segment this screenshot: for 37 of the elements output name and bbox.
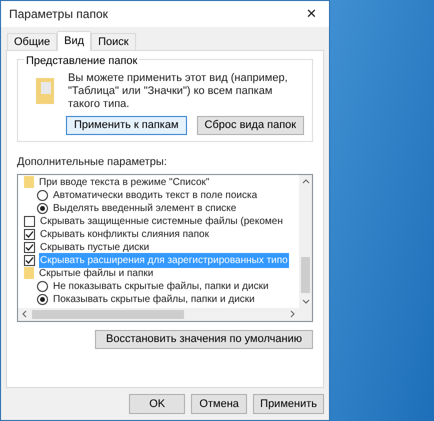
option-label[interactable]: Показывать скрытые файлы, папки и диски [52,292,256,306]
scrollbar-thumb[interactable] [32,310,184,318]
radio-button[interactable] [37,294,48,304]
scrollbar-thumb[interactable] [301,256,310,292]
radio-button[interactable] [37,202,48,214]
action-button[interactable]: Применить к папкам [66,116,187,135]
checkbox[interactable] [24,242,35,252]
dialog-button[interactable]: Применить [253,394,324,414]
horizontal-scrollbar[interactable] [18,308,312,320]
option-label[interactable]: Выделять введенный элемент в списке [52,200,238,216]
radio-button[interactable] [37,190,48,200]
folder-icon [24,267,34,279]
option-label[interactable]: Автоматически вводить текст в поле поиска [52,188,258,202]
group-title: Представление папок [24,53,140,70]
section-label: Дополнительные параметры: [17,155,168,170]
folder-icon [24,176,34,188]
option-label[interactable]: Скрытые файлы и папки [38,266,154,280]
option-label[interactable]: Скрывать пустые диски [39,240,150,254]
tab[interactable]: Вид [57,31,92,51]
tab[interactable]: Общие [7,33,58,50]
option-label[interactable]: При вводе текста в режиме "Список" [38,174,210,190]
checkbox[interactable] [24,216,35,226]
option-label[interactable]: Скрывать защищенные системные файлы (рекомен [39,214,284,228]
tab[interactable]: Поиск [91,33,136,50]
checkbox[interactable] [24,228,35,240]
option-label[interactable]: Не показывать скрытые файлы, папки и диски [52,278,270,294]
close-button[interactable]: ✕ [302,4,321,24]
option-label[interactable]: Скрывать конфликты слияния папок [39,226,210,242]
vertical-scrollbar[interactable] [299,174,312,308]
dialog-button[interactable]: Отмена [191,394,248,414]
checkbox[interactable] [24,254,35,266]
action-button[interactable]: Сброс вида папок [196,116,304,135]
window-title: Параметры папок [9,6,108,23]
restore-defaults-button[interactable]: Восстановить значения по умолчанию [94,330,313,348]
dialog-button[interactable]: OK [129,394,186,414]
radio-button[interactable] [37,280,48,292]
description-text: Вы можете применить этот вид (например, "Таблица" или "Значки") ко всем папкам такого типа. [68,72,289,111]
